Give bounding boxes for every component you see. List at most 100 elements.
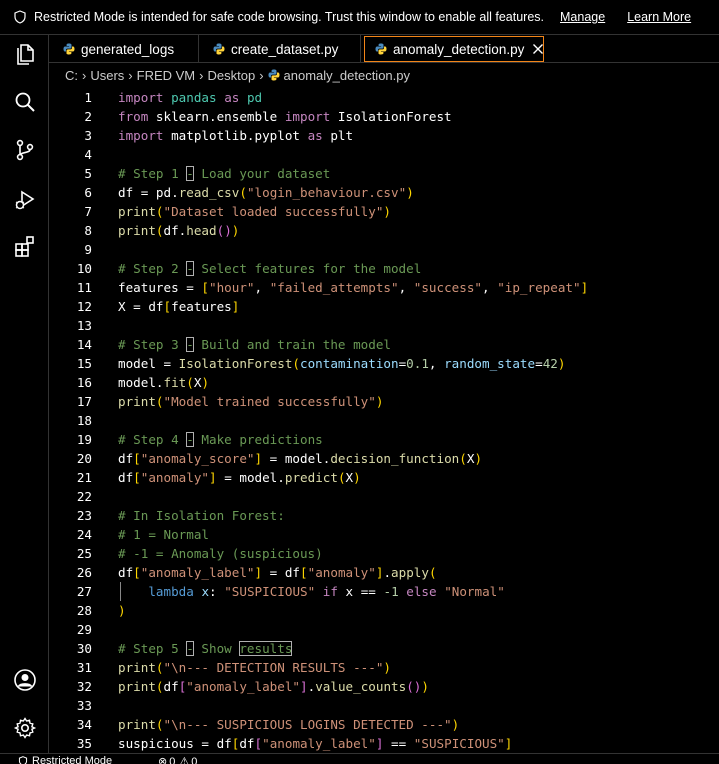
code-token: ] — [254, 451, 263, 466]
line-number: 35 — [76, 736, 92, 751]
source-control-icon[interactable] — [12, 137, 38, 163]
restricted-mode-status[interactable]: Restricted Mode — [18, 755, 112, 764]
close-icon[interactable] — [532, 41, 544, 57]
code-token: pd — [155, 185, 172, 200]
code-line[interactable]: 7 print("Dataset loaded successfully") — [49, 202, 719, 221]
line-number: 3 — [84, 128, 92, 143]
code-token: "anomaly" — [307, 565, 376, 580]
code-line[interactable]: 24 # 1 = Normal — [49, 525, 719, 544]
line-number: 20 — [76, 451, 92, 466]
code-line[interactable]: 15 model = IsolationForest(contamination =… — [49, 354, 719, 373]
search-icon[interactable] — [12, 89, 38, 115]
code-token: "Dataset loaded successfully" — [163, 204, 384, 219]
code-token: ( — [155, 717, 164, 732]
code-line[interactable]: 5 # Step 1 - Load your dataset — [49, 164, 719, 183]
python-file-icon — [268, 69, 280, 81]
code-line[interactable]: 21 df["anomaly"] = model.predict(X) — [49, 468, 719, 487]
code-token: [ — [201, 280, 210, 295]
code-token: ) — [201, 375, 210, 390]
code-line[interactable]: 32 print(df["anomaly_label"].value_counts… — [49, 677, 719, 696]
tab-generated-logs[interactable]: generated_logs — [49, 35, 199, 63]
code-line[interactable]: 19 # Step 4 - Make predictions — [49, 430, 719, 449]
code-line[interactable]: 30 # Step 5 - Show results — [49, 639, 719, 658]
code-token: contamination — [300, 356, 399, 371]
code-line[interactable]: 6 df = pd.read_csv("login_behaviour.csv") — [49, 183, 719, 202]
breadcrumb-item[interactable]: Users — [90, 68, 124, 83]
code-token: , — [482, 280, 498, 295]
code-token: = model. — [216, 470, 285, 485]
code-line[interactable]: 17 print("Model trained successfully") — [49, 392, 719, 411]
manage-link[interactable]: Manage — [560, 10, 605, 24]
breadcrumb-item[interactable]: FRED VM — [137, 68, 196, 83]
code-line[interactable]: 23 # In Isolation Forest: — [49, 506, 719, 525]
breadcrumb-item[interactable]: C: — [65, 68, 78, 83]
tab-anomaly-detection[interactable]: anomaly_detection.py — [364, 36, 544, 62]
explorer-icon[interactable] — [12, 41, 38, 67]
code-token: "anomaly_label" — [262, 736, 376, 751]
code-line[interactable]: 13 — [49, 316, 719, 335]
shield-icon — [18, 756, 28, 764]
code-line[interactable]: 16 model.fit(X) — [49, 373, 719, 392]
code-line[interactable]: 29 — [49, 620, 719, 639]
code-line[interactable]: 22 — [49, 487, 719, 506]
line-number: 12 — [76, 299, 92, 314]
code-line[interactable]: 4 — [49, 145, 719, 164]
code-line[interactable]: 10 # Step 2 - Select features for the mod… — [49, 259, 719, 278]
code-line[interactable]: 1 import pandas as pd — [49, 88, 719, 107]
breadcrumb-item[interactable]: anomaly_detection.py — [284, 68, 410, 83]
code-token: # Step 4 — [118, 432, 187, 447]
problems-status[interactable]: ⊗ 0 ⚠ 0 — [158, 755, 197, 764]
line-number: 17 — [76, 394, 92, 409]
code-line[interactable]: 26 df["anomaly_label"] = df["anomaly"].ap… — [49, 563, 719, 582]
code-token: -1 — [383, 584, 399, 599]
code-token: ] — [300, 679, 308, 694]
code-editor[interactable]: 1 import pandas as pd 2 from sklearn.ensemb… — [49, 87, 719, 753]
extensions-icon[interactable] — [12, 233, 38, 259]
line-number: 8 — [84, 223, 92, 238]
code-text: model.fit(X) — [118, 375, 209, 390]
settings-gear-icon[interactable] — [12, 715, 38, 741]
code-line[interactable]: 20 df["anomaly_score"] = model.decision_f… — [49, 449, 719, 468]
code-token: ) — [474, 451, 483, 466]
code-line[interactable]: 9 — [49, 240, 719, 259]
chevron-right-icon: › — [259, 67, 264, 83]
code-line[interactable]: 14 # Step 3 - Build and train the model — [49, 335, 719, 354]
code-token: import — [118, 90, 164, 105]
code-token: model. — [118, 375, 164, 390]
code-line[interactable]: 27 lambda x: "SUSPICIOUS" if x == -1 els… — [49, 582, 719, 601]
breadcrumb-item[interactable]: Desktop — [207, 68, 255, 83]
code-line[interactable]: 28) — [49, 601, 719, 620]
accounts-icon[interactable] — [12, 667, 38, 693]
code-token: 42 — [542, 356, 558, 371]
learn-more-link[interactable]: Learn More — [627, 10, 691, 24]
activity-bar — [0, 35, 49, 755]
code-text: # Step 5 - Show results — [118, 641, 293, 656]
run-debug-icon[interactable] — [12, 187, 38, 213]
code-line[interactable]: 11 features = ["hour", "failed_attempts",… — [49, 278, 719, 297]
code-line[interactable]: 3 import matplotlib.pyplot as plt — [49, 126, 719, 145]
code-line[interactable]: 34 print("\n--- SUSPICIOUS LOGINS DETECTE… — [49, 715, 719, 734]
code-token: # -1 = Anomaly (suspicious) — [118, 546, 323, 561]
code-line[interactable]: 12 X = df[features] — [49, 297, 719, 316]
code-token: IsolationForest — [178, 356, 293, 371]
code-text: X = df[features] — [118, 299, 239, 314]
code-token: # Step 3 — [118, 337, 187, 352]
line-number: 14 — [76, 337, 92, 352]
code-token: suspicious — [118, 736, 194, 751]
code-text: df["anomaly"] = model.predict(X) — [118, 470, 361, 485]
line-number: 34 — [76, 717, 92, 732]
code-line[interactable]: 18 — [49, 411, 719, 430]
code-line[interactable]: 33 — [49, 696, 719, 715]
line-number: 32 — [76, 679, 92, 694]
tab-create-dataset[interactable]: create_dataset.py — [199, 35, 361, 63]
code-line[interactable]: 31 print("\n--- DETECTION RESULTS ---") — [49, 658, 719, 677]
code-line[interactable]: 8 print(df.head()) — [49, 221, 719, 240]
code-token: ) — [421, 679, 429, 694]
code-line[interactable]: 35 suspicious = df[df["anomaly_label"] ==… — [49, 734, 719, 753]
code-line[interactable]: 25 # -1 = Anomaly (suspicious) — [49, 544, 719, 563]
line-number: 33 — [76, 698, 92, 713]
code-text: model = IsolationForest(contamination = 0.… — [118, 356, 565, 371]
code-token: ( — [155, 679, 164, 694]
code-line[interactable]: 2 from sklearn.ensemble import IsolationF… — [49, 107, 719, 126]
code-token: = model. — [262, 451, 331, 466]
